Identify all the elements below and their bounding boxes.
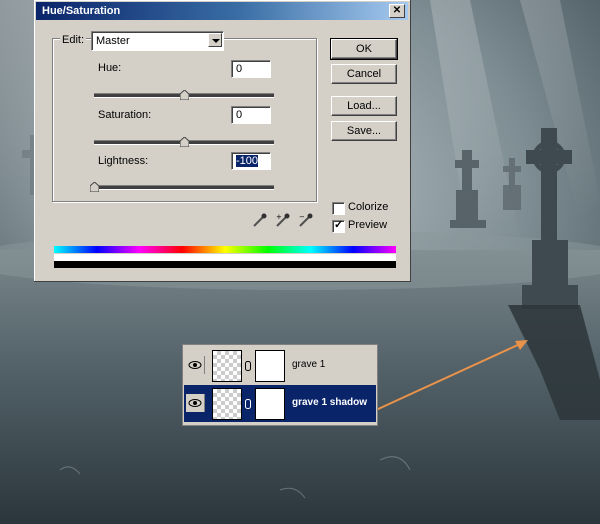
lightness-input-value: -100 [236, 155, 259, 167]
lightness-slider-track[interactable] [94, 185, 274, 190]
ok-button[interactable]: OK [330, 38, 398, 60]
preview-label[interactable]: Preview [348, 219, 387, 231]
layer-mask-thumbnail[interactable] [255, 388, 285, 420]
hue-input[interactable]: 0 [231, 60, 271, 78]
eyedropper-plus-icon[interactable]: + [275, 212, 291, 228]
chain-link-icon[interactable] [245, 361, 251, 371]
svg-text:−: − [299, 213, 305, 221]
eye-icon[interactable] [186, 394, 205, 412]
hue-slider-thumb[interactable] [180, 90, 189, 100]
svg-text:+: + [276, 213, 282, 221]
edit-dropdown-value: Master [96, 35, 130, 47]
layer-name[interactable]: grave 1 shadow [292, 397, 367, 408]
edit-dropdown[interactable]: Master [91, 31, 224, 51]
layer-mask-thumbnail[interactable] [255, 350, 285, 382]
input-color-spectrum [54, 246, 396, 253]
layers-panel: grave 1 grave 1 shadow [182, 344, 378, 426]
lightness-label: Lightness: [98, 155, 149, 167]
layer-name[interactable]: grave 1 [292, 359, 325, 370]
layer-row[interactable]: grave 1 [184, 347, 376, 384]
lightness-slider-thumb[interactable] [90, 182, 99, 192]
layer-thumbnail[interactable] [212, 388, 242, 420]
saturation-slider-thumb[interactable] [180, 137, 189, 147]
save-button[interactable]: Save... [331, 121, 397, 141]
chevron-down-icon[interactable] [208, 33, 222, 47]
colorize-label[interactable]: Colorize [348, 201, 388, 213]
layer-row[interactable]: grave 1 shadow [184, 385, 376, 422]
output-color-spectrum [54, 261, 396, 268]
cancel-button[interactable]: Cancel [331, 64, 397, 84]
layer-thumbnail[interactable] [212, 350, 242, 382]
load-button[interactable]: Load... [331, 96, 397, 116]
chain-link-icon[interactable] [245, 399, 251, 409]
hue-saturation-dialog: Hue/Saturation ✕ Edit: Master Hue: 0 Sat… [34, 0, 411, 282]
hue-label: Hue: [98, 62, 122, 74]
preview-checkbox[interactable] [332, 218, 345, 233]
eyedropper-icon[interactable] [252, 212, 268, 228]
eyedropper-minus-icon[interactable]: − [298, 212, 314, 228]
eye-icon[interactable] [186, 356, 205, 374]
dialog-title: Hue/Saturation [42, 5, 121, 17]
colorize-checkbox[interactable] [332, 202, 345, 215]
saturation-input[interactable]: 0 [231, 106, 271, 124]
output-lightness-bar [54, 254, 396, 261]
lightness-input[interactable]: -100 [231, 152, 271, 170]
settings-group [52, 38, 317, 202]
close-button[interactable]: ✕ [389, 4, 405, 18]
dialog-titlebar[interactable]: Hue/Saturation ✕ [36, 2, 408, 20]
saturation-label: Saturation: [98, 109, 152, 121]
edit-label: Edit: [60, 34, 87, 46]
